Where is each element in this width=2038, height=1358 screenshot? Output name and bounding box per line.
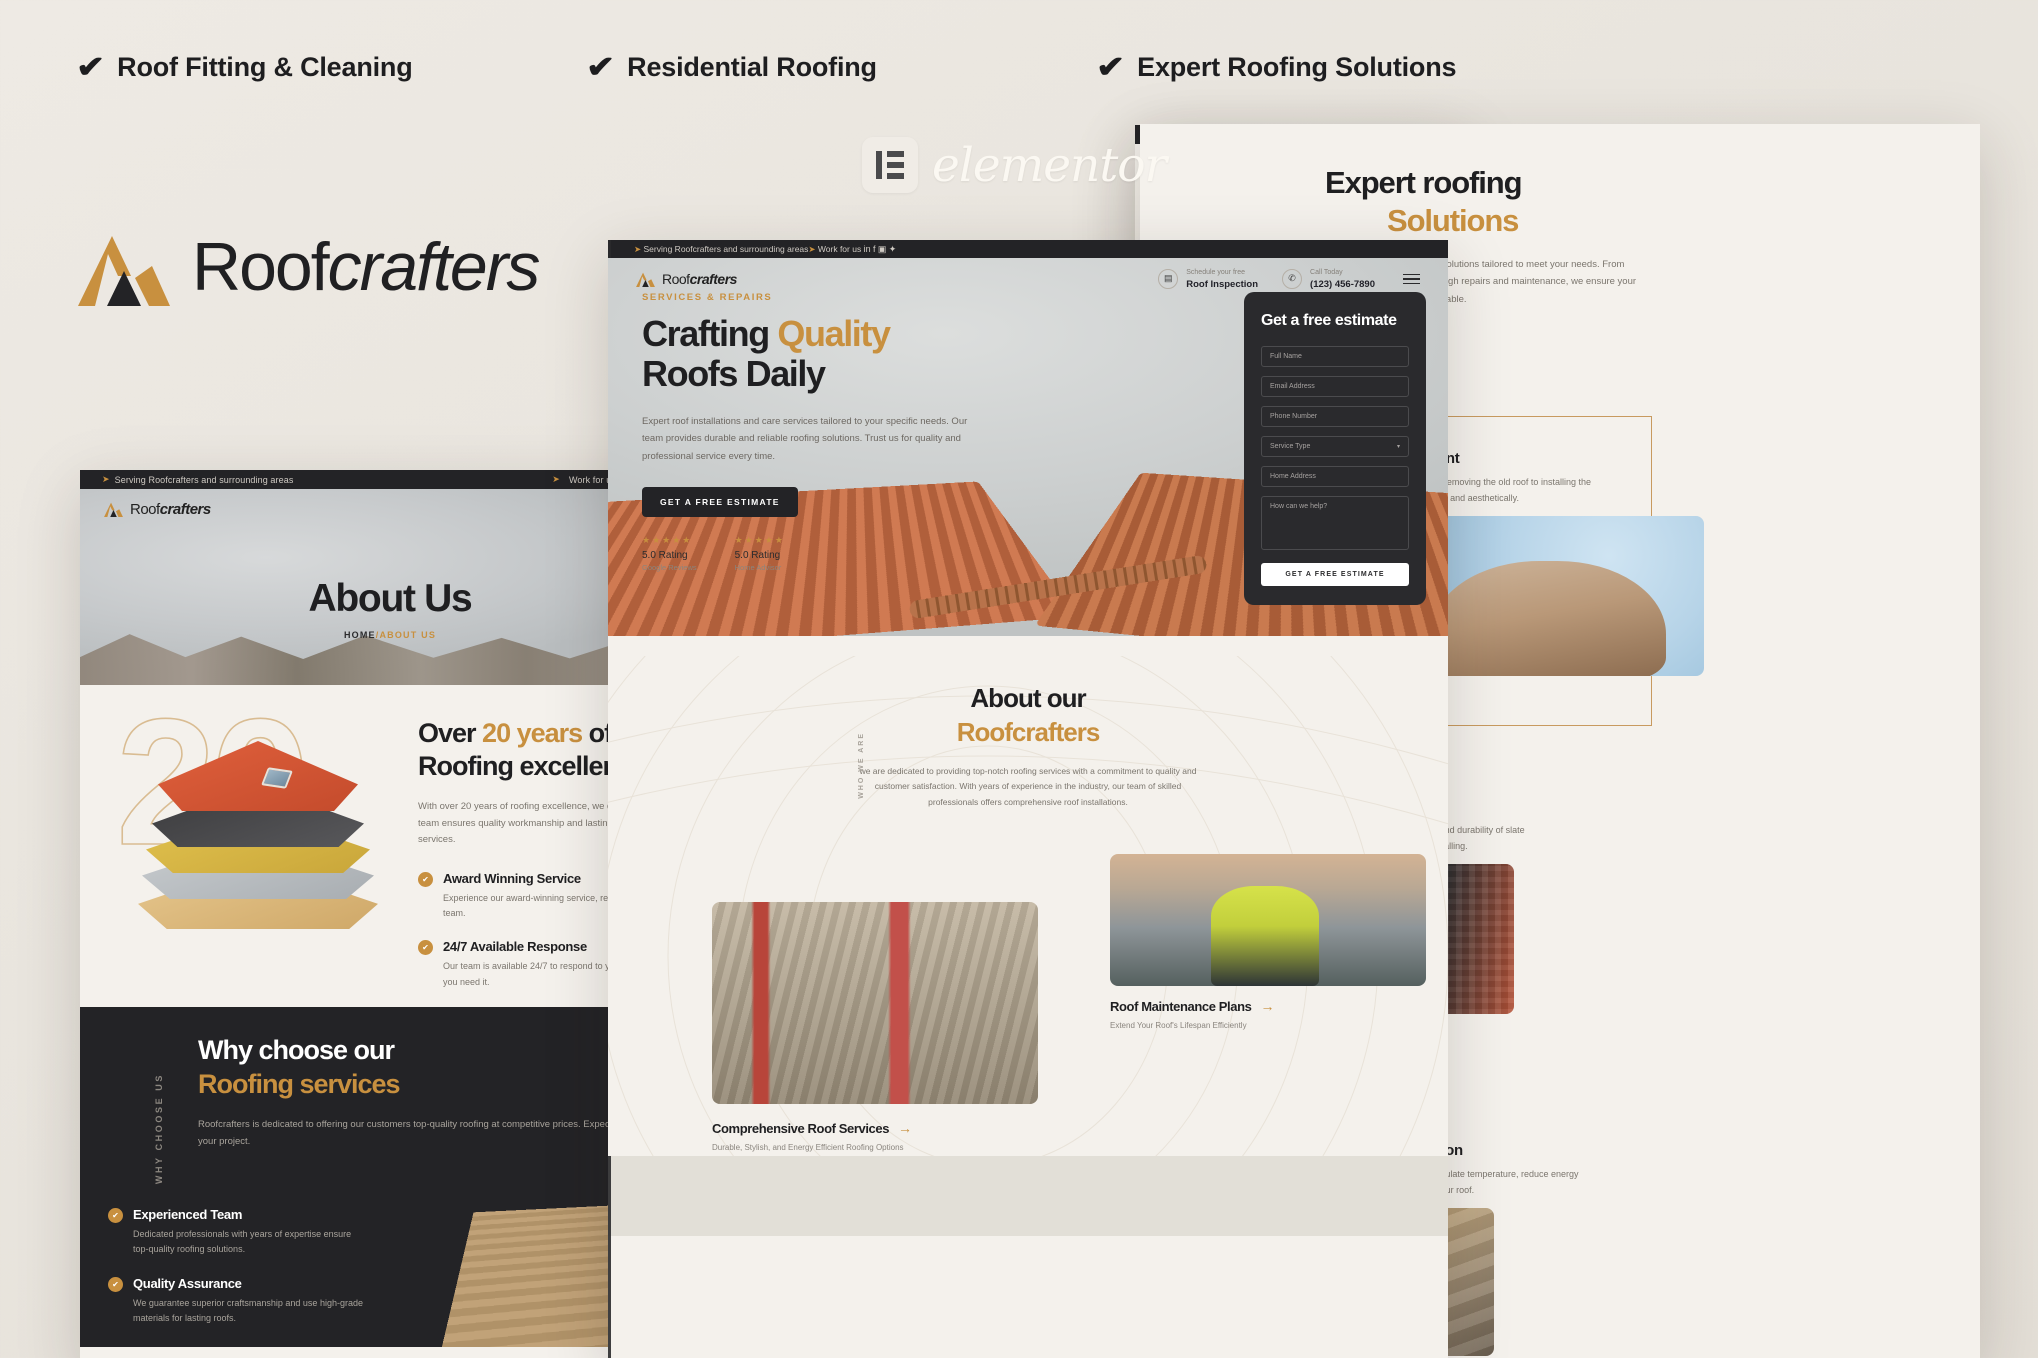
briefcase-icon: ➤ <box>808 243 816 254</box>
elementor-badge: elementor <box>862 137 1167 193</box>
check-icon: ✔ <box>586 50 616 84</box>
roofcrafters-logo-icon <box>636 272 655 287</box>
feature-item-residential-roofing: ✔ Residential Roofing <box>586 50 877 84</box>
page-title: About Us <box>308 577 473 620</box>
about-heading: About our Roofcrafters <box>956 683 1101 747</box>
check-circle-icon: ✔ <box>108 1208 123 1223</box>
arrow-right-icon: → <box>1260 998 1275 1014</box>
estimate-form-title: Get a free estimate <box>1261 312 1397 329</box>
check-circle-icon: ✔ <box>108 1276 123 1292</box>
facebook-icon[interactable]: f <box>873 244 876 254</box>
left-years-section: 20 Over 20 years of Roofing excellence W… <box>80 685 700 1007</box>
phone-number-field[interactable]: Phone Number <box>1261 406 1409 427</box>
linkedin-icon[interactable]: in <box>864 244 871 254</box>
brand-logo-lockup: Roofcrafters <box>78 228 540 306</box>
call-today-block[interactable]: ✆ Call Today (123) 456-7890 <box>1282 268 1375 290</box>
why-choose-bullets: ✔ Experienced Team Dedicated professiona… <box>108 1207 368 1344</box>
left-nav-logo-text: Roofcrafters <box>130 500 211 518</box>
star-rating-icon: ★★★★★ <box>642 535 693 546</box>
hero-eyebrow: SERVICES & REPAIRS <box>642 292 773 303</box>
center-about-section: WHO WE ARE About our Roofcrafters we are… <box>608 636 1448 1156</box>
about-heading-block: About our Roofcrafters we are dedicated … <box>608 636 1448 811</box>
briefcase-icon: ➤ <box>552 474 560 484</box>
left-nav-logo[interactable]: Roofcrafters <box>104 501 211 518</box>
about-paragraph: we are dedicated to providing top-notch … <box>859 765 1197 808</box>
who-we-are-vertical-label: WHO WE ARE <box>858 732 865 799</box>
why-choose-vertical-label: WHY CHOOSE US <box>154 1073 164 1185</box>
estimate-submit-button[interactable]: GET A FREE ESTIMATE <box>1261 563 1409 586</box>
get-free-estimate-button[interactable]: GET A FREE ESTIMATE <box>642 487 798 518</box>
elementor-logo-icon <box>862 137 918 193</box>
instagram-icon[interactable]: ▣ <box>878 244 887 254</box>
breadcrumb: HOME/ABOUT US <box>343 630 437 640</box>
list-item: ✔ Experienced Team Dedicated professiona… <box>108 1207 368 1258</box>
center-topbar-left: ➤ Serving Roofcrafters and surrounding a… <box>634 243 809 254</box>
left-why-choose-section: WHY CHOOSE US Why choose our Roofing ser… <box>80 1007 700 1347</box>
hero-heading: Crafting Quality Roofs Daily <box>642 313 891 395</box>
feature-strip: ✔ Roof Fitting & Cleaning ✔ Residential … <box>76 50 1457 84</box>
about-photo-worker-portrait <box>1110 854 1426 986</box>
estimate-form-panel: Get a free estimate Full Name Email Addr… <box>1244 292 1426 605</box>
center-topbar-right: ➤ Work for us in f ▣ ✦ <box>808 243 897 254</box>
center-nav-right: ▤ Schedule your free Roof Inspection ✆ C… <box>1158 268 1420 290</box>
home-address-field[interactable]: Home Address <box>1261 466 1409 487</box>
center-hero: Roofcrafters ▤ Schedule your free Roof I… <box>608 258 1448 636</box>
elementor-wordmark: elementor <box>932 137 1167 193</box>
phone-icon: ✆ <box>1282 268 1303 289</box>
list-item: ✔ Quality Assurance We guarantee superio… <box>108 1276 368 1327</box>
about-card-maintenance[interactable]: Roof Maintenance Plans → Extend Your Roo… <box>1110 998 1274 1030</box>
check-circle-icon: ✔ <box>418 871 433 887</box>
roofcrafters-logo-icon <box>104 502 123 517</box>
rating-home-advisor: ★★★★★ 5.0 Rating Home Advisor <box>734 535 785 573</box>
left-hero: Roofcrafters ▣ About Us HOME/ABOUT US <box>80 489 700 685</box>
about-photo-roof-workers <box>712 902 1038 1104</box>
hero-ratings: ★★★★★ 5.0 Rating Google Reviews ★★★★★ 5.… <box>642 535 972 572</box>
center-footer-strip <box>608 1156 1448 1236</box>
hero-paragraph: Expert roof installations and care servi… <box>642 415 968 462</box>
feature-item-expert-solutions: ✔ Expert Roofing Solutions <box>1096 50 1457 84</box>
star-rating-icon: ★★★★★ <box>734 535 785 546</box>
schedule-inspection-block[interactable]: ▤ Schedule your free Roof Inspection <box>1158 268 1258 290</box>
service-type-select[interactable]: Service Type <box>1261 436 1409 457</box>
location-pin-icon: ➤ <box>102 474 110 484</box>
right-mock-heading-accent: Solutions <box>1387 202 1519 238</box>
hamburger-menu-icon[interactable] <box>1403 273 1420 285</box>
roofcrafters-logo-icon <box>78 236 170 306</box>
center-mockup-home-page: ➤ Serving Roofcrafters and surrounding a… <box>608 240 1448 1358</box>
left-page-title-block: About Us HOME/ABOUT US <box>80 577 700 640</box>
left-mockup-about-page: ➤ Serving Roofcrafters and surrounding a… <box>80 470 700 1358</box>
center-nav-logo-text: Roofcrafters <box>662 271 737 287</box>
check-circle-icon: ✔ <box>418 940 433 956</box>
twitter-icon[interactable]: ✦ <box>889 244 897 254</box>
right-mock-heading: Expert roofing Solutions <box>1325 164 1980 240</box>
feature-item-roof-fitting: ✔ Roof Fitting & Cleaning <box>76 50 413 84</box>
center-topbar: ➤ Serving Roofcrafters and surrounding a… <box>608 240 1448 258</box>
email-address-field[interactable]: Email Address <box>1261 376 1409 397</box>
calendar-icon: ▤ <box>1158 268 1179 289</box>
left-topbar: ➤ Serving Roofcrafters and surrounding a… <box>80 470 700 489</box>
arrow-right-icon: → <box>898 1120 912 1136</box>
layered-roof-illustration <box>138 741 388 941</box>
left-topbar-left: ➤ Serving Roofcrafters and surrounding a… <box>102 474 294 485</box>
center-nav-logo[interactable]: Roofcrafters <box>636 271 737 287</box>
about-card-comprehensive[interactable]: Comprehensive Roof Services → Durable, S… <box>712 1120 912 1152</box>
center-hero-copy: SERVICES & REPAIRS Crafting Quality Roof… <box>642 292 972 572</box>
message-textarea[interactable]: How can we help? <box>1261 496 1409 550</box>
check-icon: ✔ <box>76 50 106 84</box>
brand-logo-text: Roofcrafters <box>192 229 540 305</box>
check-icon: ✔ <box>1096 50 1126 84</box>
location-pin-icon: ➤ <box>634 243 642 254</box>
full-name-field[interactable]: Full Name <box>1261 346 1409 367</box>
rating-google: ★★★★★ 5.0 Rating Google Reviews <box>642 535 697 573</box>
left-navbar: Roofcrafters ▣ <box>80 489 700 529</box>
